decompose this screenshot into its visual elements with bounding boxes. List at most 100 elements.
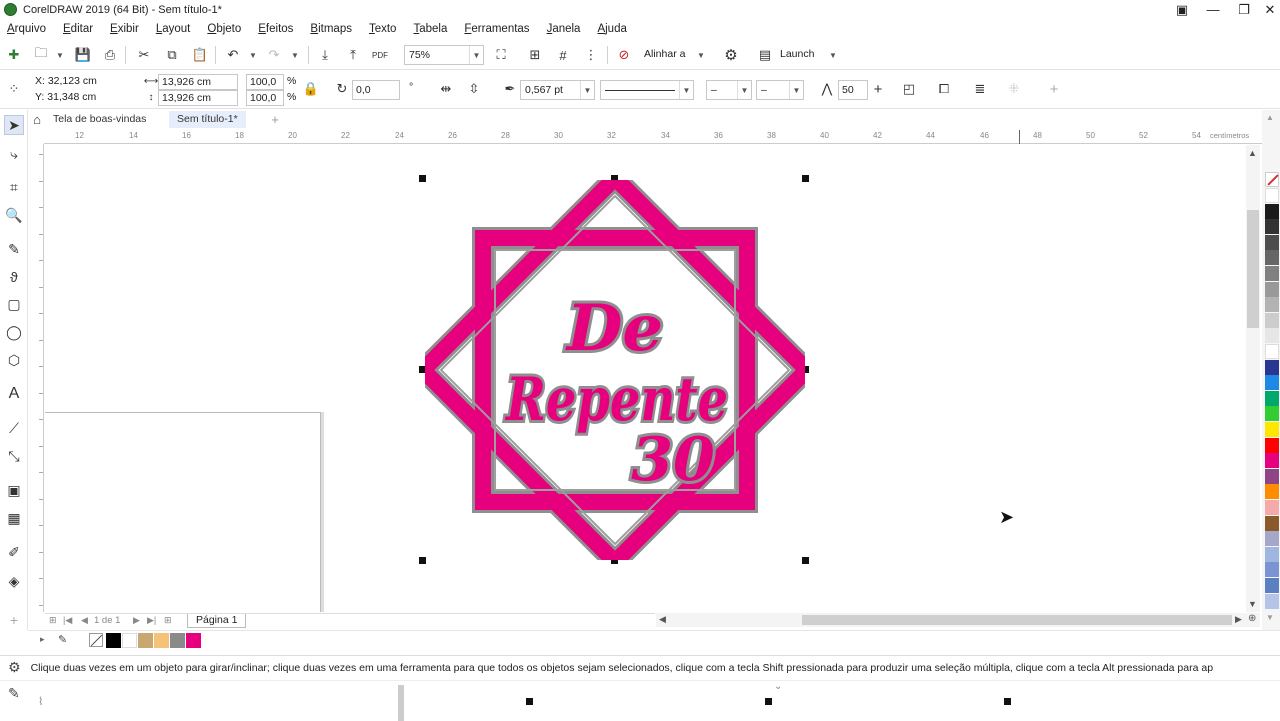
x-position-field[interactable]: X: 32,123 cm (32, 74, 128, 90)
add-page-before-icon[interactable]: ⊞ (49, 615, 57, 626)
palette-swatch[interactable] (1265, 390, 1279, 406)
open-folder-icon[interactable]: 🗀 (32, 45, 50, 64)
menu-layout[interactable]: Layout (156, 23, 191, 35)
menu-tabela[interactable]: Tabela (413, 23, 447, 35)
zoom-combo[interactable]: 75% ▼ (404, 45, 484, 65)
new-document-icon[interactable]: ✚ (5, 46, 23, 64)
menu-editar[interactable]: Editar (63, 23, 93, 35)
palette-swatch[interactable] (1265, 562, 1279, 578)
minimize-button[interactable]: — (1198, 0, 1228, 19)
snap-off-icon[interactable]: ⊘ (615, 46, 633, 64)
page-tab[interactable]: Página 1 (187, 614, 247, 628)
scale-height-field[interactable]: 100,0 (246, 90, 284, 106)
horizontal-ruler[interactable]: 12 14 16 18 20 22 24 26 28 30 32 34 36 3… (44, 130, 1262, 144)
close-button[interactable]: ✕ (1255, 0, 1280, 19)
drop-shadow-icon[interactable]: ▣ (4, 480, 24, 500)
text-tool-icon[interactable]: A (4, 384, 24, 404)
menu-efeitos[interactable]: Efeitos (258, 23, 293, 35)
tab-document[interactable]: Sem título-1* (169, 111, 246, 128)
options-gear-icon[interactable]: ⚙ (722, 46, 740, 64)
palette-swatch[interactable] (1265, 484, 1279, 500)
menu-ferramentas[interactable]: Ferramentas (464, 23, 529, 35)
palette-swatch[interactable] (1265, 359, 1279, 375)
palette-swatch[interactable] (1265, 500, 1279, 515)
menu-janela[interactable]: Janela (547, 23, 581, 35)
menu-exibir[interactable]: Exibir (110, 23, 139, 35)
menu-objeto[interactable]: Objeto (207, 23, 241, 35)
open-dropdown-icon[interactable]: ▼ (56, 51, 64, 60)
palette-swatch[interactable] (1265, 515, 1279, 531)
undo-dropdown-icon[interactable]: ▼ (249, 51, 257, 60)
scroll-left-icon[interactable]: ◀ (659, 614, 666, 625)
add-tool-icon[interactable]: + (4, 610, 24, 630)
palette-swatch[interactable] (1265, 312, 1279, 328)
palette-swatch[interactable] (1265, 578, 1279, 593)
print-icon[interactable]: ⎙ (101, 46, 119, 64)
doc-palette-swatch[interactable] (154, 633, 169, 648)
account-icon[interactable]: ▣ (1167, 0, 1197, 19)
palette-swatch[interactable] (1265, 406, 1279, 422)
outline-pen-icon[interactable]: ✒ (501, 80, 519, 98)
horizontal-scroll-thumb[interactable] (802, 615, 1232, 625)
connector-tool-icon[interactable]: ⤡ (4, 446, 24, 466)
reference-point-icon[interactable]: ⁘ (5, 80, 23, 98)
palette-swatch[interactable] (1265, 593, 1279, 609)
palette-swatch[interactable] (1265, 375, 1279, 391)
add-page-after-icon[interactable]: ⊞ (164, 615, 172, 626)
plus-icon[interactable]: + (869, 80, 887, 98)
align-to-label[interactable]: Alinhar a (644, 48, 685, 60)
no-fill-swatch[interactable] (1265, 172, 1279, 187)
palette-scroll-down-icon[interactable]: ▼ (1266, 613, 1274, 622)
scroll-right-icon[interactable]: ▶ (1235, 614, 1242, 625)
palette-swatch[interactable] (1265, 219, 1279, 235)
miter-limit-field[interactable]: 50 (838, 80, 868, 100)
prev-page-icon[interactable]: ◀ (81, 615, 88, 626)
tab-welcome[interactable]: Tela de boas-vindas (45, 111, 154, 128)
to-front-icon[interactable]: ⧠ (935, 80, 953, 98)
import-icon[interactable]: ⤓ (316, 46, 334, 64)
cut-icon[interactable]: ✂ (135, 46, 153, 64)
home-icon[interactable]: ⌂ (28, 110, 46, 128)
palette-swatch[interactable] (1265, 250, 1279, 266)
palette-swatch[interactable] (1265, 234, 1279, 250)
doc-palette-swatch[interactable] (170, 633, 185, 648)
y-position-field[interactable]: Y: 31,348 cm (32, 90, 128, 106)
menu-texto[interactable]: Texto (369, 23, 397, 35)
redo-icon[interactable]: ↷ (265, 46, 283, 64)
ellipse-tool-icon[interactable]: ◯ (4, 322, 24, 342)
palette-swatch[interactable] (1265, 468, 1279, 484)
add-icon[interactable]: + (1045, 80, 1063, 98)
doc-palette-swatch[interactable] (138, 633, 153, 648)
pick-tool-icon[interactable]: ➤ (4, 115, 24, 135)
palette-swatch[interactable] (1265, 453, 1279, 469)
publish-pdf-icon[interactable]: PDF (371, 46, 389, 64)
scale-width-field[interactable]: 100,0 (246, 74, 284, 90)
palette-swatch[interactable] (1265, 266, 1279, 281)
shape-tool-icon[interactable]: ⤷ (4, 144, 24, 164)
star-frame-artwork[interactable]: De De Repente Repente 30 30 (425, 180, 805, 560)
eyedropper-tool-icon[interactable]: ✐ (4, 542, 24, 562)
copy-icon[interactable]: ⧉ (163, 46, 181, 64)
drawing-canvas[interactable]: De De Repente Repente 30 30 ➤ (45, 145, 1246, 612)
polygon-tool-icon[interactable]: ⬡ (4, 350, 24, 370)
artistic-media-icon[interactable]: ϑ (4, 267, 24, 287)
palette-swatch[interactable] (1265, 422, 1279, 437)
doc-palette-swatch[interactable] (186, 633, 201, 648)
menu-ajuda[interactable]: Ajuda (597, 23, 626, 35)
outline-width-combo[interactable]: 0,567 pt ▼ (520, 80, 595, 100)
align-dropdown-icon[interactable]: ▼ (697, 51, 705, 60)
rotate-icon[interactable]: ↻ (333, 80, 351, 98)
vertical-scrollbar[interactable]: ▲ ▼ (1246, 145, 1260, 612)
rotation-field[interactable]: 0,0 (352, 80, 400, 100)
end-arrow-combo[interactable]: – ▼ (756, 80, 804, 100)
redo-dropdown-icon[interactable]: ▼ (291, 51, 299, 60)
export-icon[interactable]: ⤒ (344, 46, 362, 64)
status-gear-icon[interactable]: ⚙ (8, 659, 21, 676)
lock-ratio-icon[interactable]: 🔒 (302, 80, 320, 98)
full-screen-icon[interactable]: ⛶ (492, 46, 510, 64)
palette-swatch[interactable] (1265, 344, 1279, 359)
undo-icon[interactable]: ↶ (224, 46, 242, 64)
width-field[interactable]: 13,926 cm (158, 74, 238, 90)
new-tab-icon[interactable]: + (266, 110, 284, 128)
zoom-navigator-icon[interactable]: ⊕ (1248, 613, 1256, 624)
